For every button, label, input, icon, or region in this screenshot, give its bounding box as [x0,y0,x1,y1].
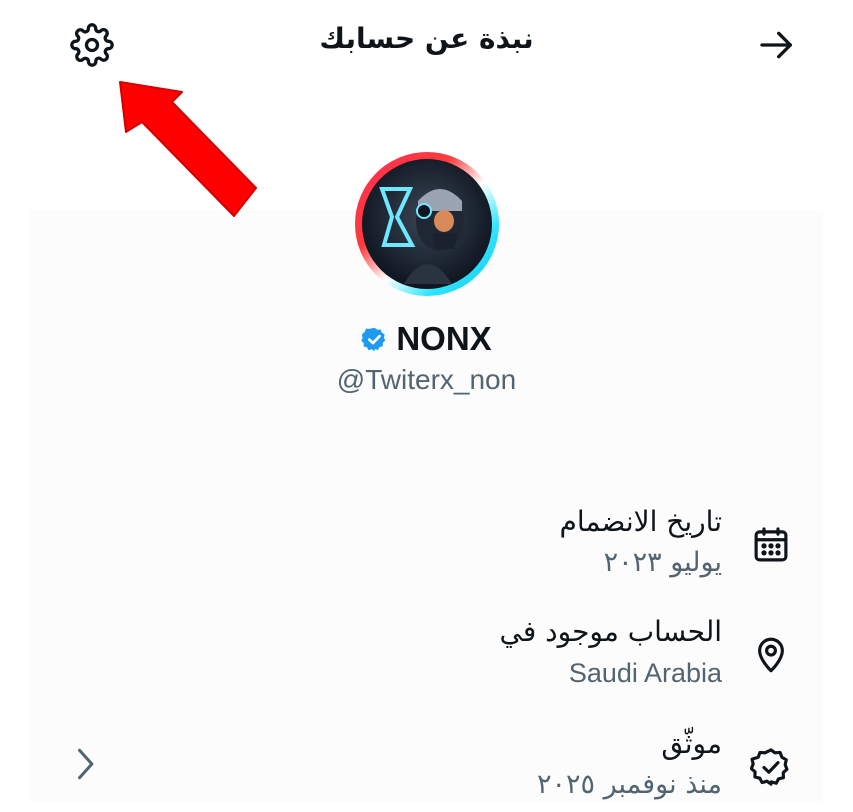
detail-value: Saudi Arabia [568,658,722,688]
detail-text: تاريخ الانضمام يوليو ٢٠٢٣ [560,500,723,582]
detail-value: يوليو ٢٠٢٣ [603,547,722,578]
location-pin-icon [758,637,784,673]
back-button[interactable] [757,25,797,65]
verified-details-chevron-button[interactable] [68,742,102,786]
detail-value: منذ نوفمبر ٢٠٢٥ [537,769,722,800]
verified-badge-icon [361,327,386,351]
detail-row-verified[interactable]: موثّق منذ نوفمبر ٢٠٢٥ [0,722,853,812]
detail-label: تاريخ الانضمام [559,505,723,538]
red-arrow-pointer [119,81,257,217]
detail-row-location: الحساب موجود في Saudi Arabia [0,610,853,700]
settings-button[interactable] [70,23,114,67]
detail-text: الحساب موجود في Saudi Arabia [500,610,722,692]
chevron-right-icon [77,748,94,780]
display-name: NONX [396,320,492,357]
detail-row-joined: تاريخ الانضمام يوليو ٢٠٢٣ [0,500,853,590]
gear-icon [70,23,114,67]
avatar[interactable] [352,149,502,299]
detail-label: الحساب موجود في [499,615,722,648]
avatar-image [355,152,499,296]
arrow-right-icon [760,31,792,59]
user-handle: @Twiterx_non [336,364,517,395]
calendar-icon [754,527,788,562]
profile-name-row: NONX [0,320,853,358]
page-title: نبذة عن حسابك [319,22,534,55]
detail-label: موثّق [661,727,722,760]
detail-text: موثّق منذ نوفمبر ٢٠٢٥ [537,722,722,804]
verified-check-icon [750,748,789,786]
